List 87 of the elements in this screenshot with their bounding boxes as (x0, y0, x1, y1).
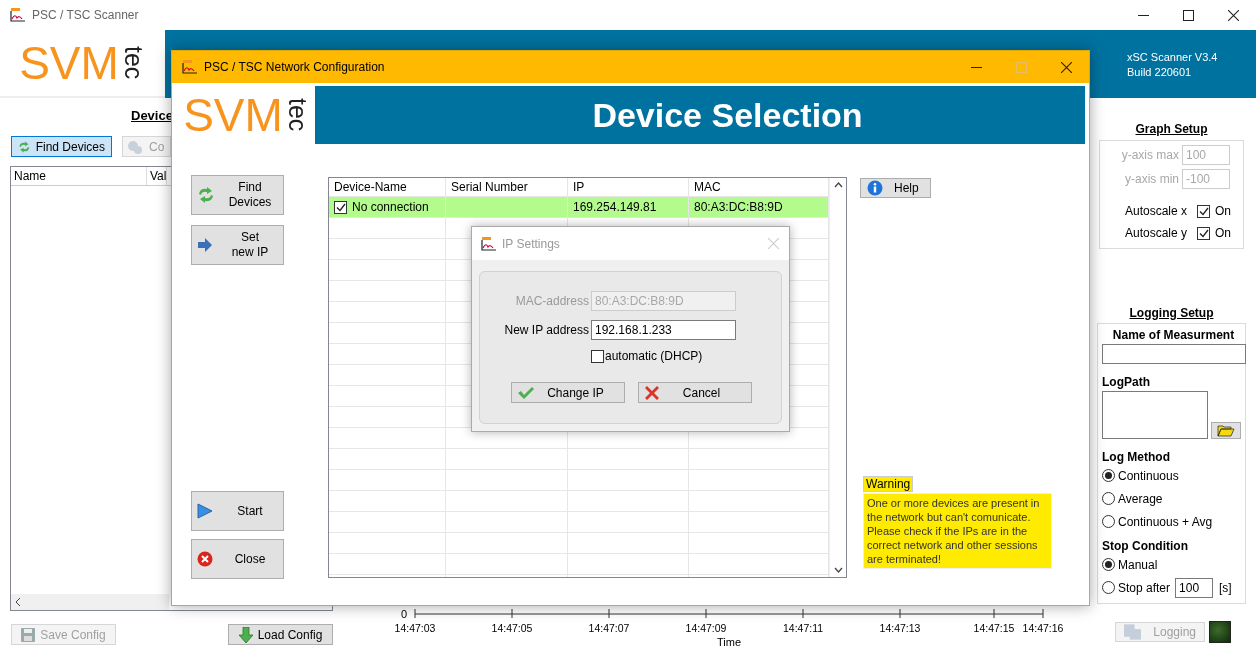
scroll-left-icon[interactable] (15, 598, 21, 606)
radio-label: Average (1118, 491, 1163, 506)
field-label: New IP address (503, 323, 589, 337)
field-label: LogPath (1102, 375, 1151, 389)
app-icon (10, 8, 26, 22)
field-label: y-axis max (1120, 148, 1179, 162)
horizontal-scrollbar[interactable] (11, 594, 169, 610)
play-icon (197, 503, 213, 519)
action-button[interactable]: Close (191, 539, 284, 579)
tick-label: 14:47:15 (973, 622, 1015, 634)
tick-label: 14:47:03 (394, 622, 436, 634)
down-arrow-icon (238, 626, 253, 643)
field-label: Stop Condition (1102, 539, 1189, 553)
scroll-up-icon[interactable] (833, 182, 843, 188)
floppy-icon (21, 627, 36, 642)
banner: Device Selection (315, 86, 1085, 144)
app-icon (182, 60, 198, 74)
radio-label: Manual (1118, 557, 1158, 572)
field-label: y-axis min (1124, 172, 1179, 186)
cross-icon (644, 384, 660, 401)
section-heading: Graph Setup (1135, 122, 1208, 136)
logo-suffix: tec (120, 46, 146, 80)
radio-label: Continuous (1118, 468, 1179, 483)
build-text: Build 220601 (1127, 65, 1192, 80)
tick-label: 0 (400, 608, 407, 620)
checkbox-label: On (1215, 204, 1231, 218)
browse-button[interactable] (1211, 422, 1241, 439)
warning-label: Warning (863, 476, 914, 492)
field-label: Name of Measurment (1112, 328, 1235, 342)
radio-label: Continuous + Avg (1118, 514, 1213, 529)
checkbox-label: automatic (DHCP) (605, 349, 703, 363)
dialog-button[interactable]: Change IP (511, 382, 625, 403)
action-button[interactable]: Find Devices (191, 175, 284, 215)
check-label: Autoscale x (1125, 204, 1189, 218)
input-field[interactable] (1102, 344, 1246, 364)
maximize-icon[interactable] (1183, 9, 1194, 21)
refresh-icon (197, 187, 215, 203)
window-title: PSC / TSC Scanner (32, 8, 139, 22)
unit-label: [s] (1219, 580, 1232, 595)
axis-label: Time (717, 636, 741, 648)
folder-icon (1217, 424, 1235, 437)
window-title: PSC / TSC Network Configuration (204, 60, 385, 74)
warning-message: One or more devices are present in the network but can't comunicate. Please check if the IPs are in the correct network and other sessions are terminated! (863, 493, 1052, 569)
section-heading: Logging Setup (1129, 306, 1214, 320)
field-label: Log Method (1102, 450, 1171, 464)
scroll-down-icon[interactable] (833, 567, 843, 573)
help-button[interactable]: Help (860, 178, 931, 198)
app-icon (481, 236, 497, 251)
arrow-right-icon (197, 238, 213, 252)
radio-label: Stop after (1118, 580, 1171, 595)
checkbox[interactable] (1197, 204, 1210, 218)
logo-suffix: tec (284, 98, 310, 132)
action-button[interactable]: Set new IP (191, 225, 284, 265)
field-label: MAC-address (514, 294, 589, 308)
dialog-button[interactable]: Cancel (638, 382, 752, 403)
checkbox[interactable] (591, 349, 604, 363)
close-circle-icon (197, 551, 213, 567)
close-icon[interactable] (1228, 9, 1239, 21)
checkmark-icon (517, 385, 535, 400)
dialog-title: IP Settings (502, 236, 560, 251)
checkbox[interactable] (1197, 226, 1210, 240)
toolbar-button[interactable]: Find Devices (11, 136, 112, 157)
info-icon (867, 180, 883, 196)
table-cell: 169.254.149.81 (568, 197, 689, 217)
column-header: Val (147, 167, 168, 185)
tick-label: 14:47:05 (491, 622, 533, 634)
table-cell-text: No connection (352, 198, 429, 216)
tick-label: 14:47:09 (685, 622, 727, 634)
tick-label: 14:47:16 (1022, 622, 1064, 634)
table-row[interactable]: No connection 169.254.149.81 80:A3:DC:B8:9D (329, 197, 829, 218)
close-icon[interactable] (1061, 61, 1072, 73)
config-button[interactable]: Load Config (228, 624, 333, 645)
ip-field[interactable]: 192.168.1.233 (591, 320, 736, 340)
tick-label: 14:47:11 (782, 622, 824, 634)
path-field[interactable] (1102, 391, 1208, 439)
logo-text: SVM (19, 40, 119, 86)
checkbox-label: On (1215, 226, 1231, 240)
check-label: Autoscale y (1125, 226, 1189, 240)
tick-label: 14:47:13 (879, 622, 921, 634)
seconds-field[interactable]: 100 (1175, 577, 1214, 598)
tick-label: 14:47:07 (588, 622, 630, 634)
checkbox[interactable] (334, 200, 347, 214)
section-heading: Device (131, 108, 173, 123)
action-button[interactable]: Start (191, 491, 284, 531)
version-text: xSC Scanner V3.4 (1127, 50, 1218, 65)
column-header: Name (11, 167, 147, 185)
logo-text: SVM (183, 92, 283, 138)
